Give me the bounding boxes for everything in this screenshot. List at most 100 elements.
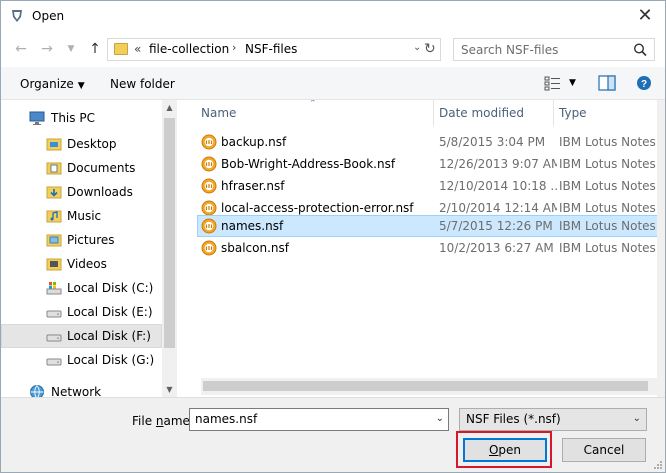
nav-item-documents[interactable]: Documents bbox=[1, 156, 162, 180]
organize-button[interactable]: Organize ▼ bbox=[20, 77, 85, 91]
breadcrumb-overflow[interactable]: « bbox=[134, 42, 141, 56]
new-folder-button[interactable]: New folder bbox=[110, 77, 175, 91]
file-row-selected[interactable]: names.nsf 5/7/2015 12:26 PM IBM Lotus No… bbox=[197, 215, 665, 237]
scrollbar-thumb[interactable] bbox=[203, 381, 648, 391]
file-row[interactable]: backup.nsf 5/8/2015 3:04 PM IBM Lotus No… bbox=[197, 131, 665, 153]
chevron-down-icon[interactable]: ⌄ bbox=[436, 413, 444, 424]
chevron-down-icon: ⌄ bbox=[632, 413, 641, 424]
file-type-value: NSF Files (*.nsf) bbox=[466, 412, 561, 426]
column-header-label: Type bbox=[559, 106, 587, 120]
nav-item-label: Documents bbox=[67, 161, 136, 175]
forward-arrow-icon[interactable]: → bbox=[39, 40, 55, 58]
change-view-icon[interactable] bbox=[544, 75, 562, 91]
pictures-folder-icon bbox=[46, 234, 62, 247]
nsf-file-icon bbox=[201, 134, 217, 150]
nav-item-this-pc[interactable]: This PC bbox=[1, 106, 162, 130]
file-date-modified: 5/8/2015 3:04 PM bbox=[439, 135, 546, 149]
nav-item-music[interactable]: Music bbox=[1, 204, 162, 228]
search-input[interactable]: Search NSF-files bbox=[461, 43, 558, 57]
file-list-vertical-scrollbar[interactable] bbox=[657, 100, 665, 397]
nsf-file-icon bbox=[201, 218, 217, 234]
file-date-modified: 5/7/2015 12:26 PM bbox=[439, 219, 553, 233]
nav-item-label: Network bbox=[51, 385, 102, 397]
search-box[interactable]: Search NSF-files bbox=[453, 38, 655, 61]
nav-item-local-disk-f[interactable]: Local Disk (F:) bbox=[1, 324, 162, 348]
nav-item-network[interactable]: Network bbox=[1, 380, 162, 397]
music-folder-icon bbox=[46, 210, 62, 223]
column-header-date-modified[interactable]: Date modified bbox=[439, 100, 524, 126]
nav-item-desktop[interactable]: Desktop bbox=[1, 132, 162, 156]
breadcrumb-separator-icon[interactable]: › bbox=[232, 41, 236, 54]
help-icon[interactable]: ? bbox=[635, 75, 653, 91]
nav-item-local-disk-e[interactable]: Local Disk (E:) bbox=[1, 300, 162, 324]
address-bar[interactable]: « file-collection › NSF-files ⌄ ↻ bbox=[107, 38, 441, 61]
file-name-label: File name: bbox=[132, 414, 194, 428]
nav-item-label: Local Disk (E:) bbox=[67, 305, 153, 319]
nav-item-videos[interactable]: Videos bbox=[1, 252, 162, 276]
file-name: backup.nsf bbox=[221, 135, 287, 149]
address-history-chevron-icon[interactable]: ⌄ bbox=[413, 42, 421, 53]
file-row[interactable]: hfraser.nsf 12/10/2014 10:18 ... IBM Lot… bbox=[197, 175, 665, 197]
back-arrow-icon[interactable]: ← bbox=[13, 40, 29, 58]
file-row[interactable]: Bob-Wright-Address-Book.nsf 12/26/2013 9… bbox=[197, 153, 665, 175]
title-bar: Open ✕ bbox=[1, 1, 665, 32]
file-date-modified: 12/10/2014 10:18 ... bbox=[439, 179, 557, 193]
open-label: pen bbox=[498, 443, 522, 457]
column-divider[interactable] bbox=[553, 100, 554, 126]
nav-item-pictures[interactable]: Pictures bbox=[1, 228, 162, 252]
file-name: hfraser.nsf bbox=[221, 179, 285, 193]
nav-pane-scrollbar[interactable]: ▲ ▼ bbox=[162, 100, 177, 397]
open-file-dialog: Open ✕ ← → ▼ ↑ « file-collection › NSF-f… bbox=[0, 0, 666, 473]
scroll-up-arrow-icon[interactable]: ▲ bbox=[162, 100, 177, 115]
resize-grip-icon[interactable] bbox=[653, 460, 663, 470]
breadcrumb-file-collection[interactable]: file-collection bbox=[149, 42, 229, 56]
scrollbar-thumb[interactable] bbox=[164, 118, 175, 348]
file-name: local-access-protection-error.nsf bbox=[221, 201, 414, 215]
column-header-name[interactable]: Name bbox=[201, 100, 236, 126]
column-header-label: Name bbox=[201, 106, 237, 120]
file-row[interactable]: sbalcon.nsf 10/2/2013 6:27 AM IBM Lotus … bbox=[197, 237, 665, 259]
dialog-footer: File name: names.nsf ⌄ NSF Files (*.nsf)… bbox=[1, 397, 665, 472]
nav-item-label: Desktop bbox=[67, 137, 117, 151]
file-name-value: names.nsf bbox=[195, 412, 258, 426]
cancel-button[interactable]: Cancel bbox=[562, 438, 646, 462]
navigation-bar: ← → ▼ ↑ « file-collection › NSF-files ⌄ … bbox=[1, 32, 665, 67]
drive-icon bbox=[46, 358, 62, 366]
nav-item-downloads[interactable]: Downloads bbox=[1, 180, 162, 204]
chevron-down-icon: ▼ bbox=[77, 81, 85, 91]
refresh-icon[interactable]: ↻ bbox=[424, 40, 440, 59]
close-icon[interactable]: ✕ bbox=[634, 5, 656, 27]
nav-item-label: Music bbox=[67, 209, 102, 223]
preview-pane-icon[interactable] bbox=[598, 75, 616, 91]
label-part: File bbox=[132, 414, 156, 428]
sort-ascending-icon: ⌃ bbox=[309, 100, 317, 109]
up-arrow-icon[interactable]: ↑ bbox=[87, 40, 103, 58]
nav-item-label: Local Disk (C:) bbox=[67, 281, 154, 295]
nav-item-label: Downloads bbox=[67, 185, 133, 199]
recent-locations-chevron-icon[interactable]: ▼ bbox=[63, 40, 79, 58]
downloads-folder-icon bbox=[46, 186, 62, 199]
nav-item-label: Local Disk (G:) bbox=[67, 353, 155, 367]
nsf-file-icon bbox=[201, 200, 217, 216]
file-list: Name ⌃ Date modified Type backup.nsf 5/8… bbox=[177, 100, 665, 397]
file-type: IBM Lotus Notes d... bbox=[559, 219, 665, 233]
breadcrumb-nsf-files[interactable]: NSF-files bbox=[245, 42, 297, 56]
nav-item-local-disk-c[interactable]: Local Disk (C:) bbox=[1, 276, 162, 300]
open-button[interactable]: Open bbox=[463, 438, 547, 462]
column-header-type[interactable]: Type bbox=[559, 100, 587, 126]
dialog-app-icon bbox=[12, 10, 22, 22]
nav-item-label: Local Disk (F:) bbox=[67, 329, 151, 343]
file-name-input[interactable]: names.nsf ⌄ bbox=[189, 408, 449, 431]
view-options-chevron-icon[interactable]: ▼ bbox=[569, 78, 576, 88]
nav-item-local-disk-g[interactable]: Local Disk (G:) bbox=[1, 348, 162, 372]
organize-label: Organize bbox=[20, 77, 74, 91]
navigation-pane: This PC Desktop Documents Downloads Musi… bbox=[1, 100, 177, 397]
folder-icon bbox=[114, 43, 128, 55]
search-icon bbox=[633, 43, 647, 57]
column-divider[interactable] bbox=[433, 100, 434, 126]
nsf-file-icon bbox=[201, 240, 217, 256]
file-type-select[interactable]: NSF Files (*.nsf) ⌄ bbox=[459, 408, 647, 431]
file-name: sbalcon.nsf bbox=[221, 241, 289, 255]
file-list-horizontal-scrollbar[interactable] bbox=[201, 378, 665, 395]
scroll-down-arrow-icon[interactable]: ▼ bbox=[162, 382, 177, 397]
